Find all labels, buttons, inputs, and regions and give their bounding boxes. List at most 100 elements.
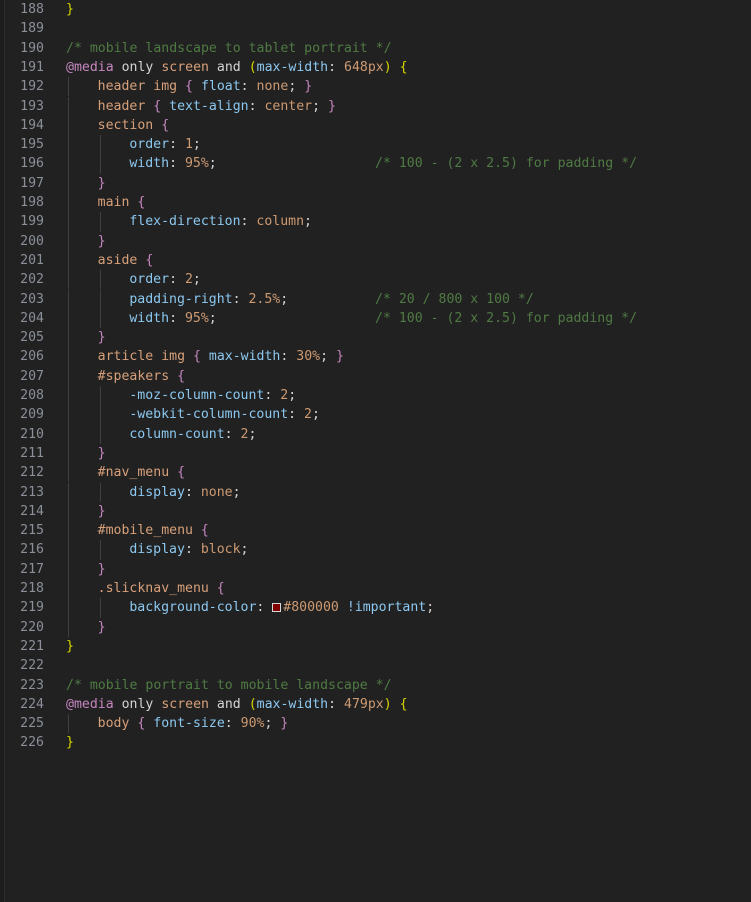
line-number: 209 [20, 407, 44, 423]
token-punct [392, 697, 400, 712]
code-line[interactable]: 215 #mobile_menu { [0, 521, 751, 541]
indent-guide [68, 115, 69, 136]
token-punct [241, 697, 249, 712]
code-line[interactable]: 211} [0, 443, 751, 464]
token-br-p: } [328, 98, 336, 114]
code-line[interactable]: 223 /* mobile portrait to mobile landscap… [0, 676, 751, 695]
indent-guide [68, 443, 69, 464]
code-line[interactable]: 214} [0, 501, 751, 522]
code-line[interactable]: 218 .slicknav_menu { [0, 579, 751, 599]
code-line[interactable]: 222 [0, 656, 751, 675]
token-prop: max-width [208, 349, 281, 365]
code-text: display: block; [129, 540, 248, 559]
code-line[interactable]: 204 width: 95%; /* 100 - (2 x 2.5) for pad… [0, 308, 751, 329]
code-editor[interactable]: 188} 189 190 /* mobile landscape to tablet … [0, 0, 751, 902]
token-punct [193, 79, 201, 94]
token-prop: max-width [256, 696, 329, 712]
token-tag: aside [97, 252, 138, 268]
code-text: order: 1; [129, 135, 201, 154]
token-br-p: } [97, 503, 106, 519]
code-line[interactable]: 220} [0, 617, 751, 637]
code-line[interactable]: 212 #nav_menu { [0, 463, 751, 483]
token-kw: only [121, 59, 154, 75]
code-line[interactable]: 225 body { font-size: 90%; } [0, 714, 751, 734]
code-line[interactable]: 200} [0, 231, 751, 251]
code-line[interactable]: 202 order: 2; [0, 270, 751, 290]
token-val: 2 [184, 272, 193, 288]
line-number: 221 [20, 638, 44, 654]
line-number: 197 [20, 175, 44, 191]
indent-guide [68, 193, 69, 213]
token-prop: column-count [129, 426, 225, 442]
indent-guide [100, 308, 101, 329]
token-br-y: } [66, 2, 74, 17]
token-val: none [256, 79, 289, 95]
code-line[interactable]: 190 /* mobile landscape to tablet portrai… [0, 39, 751, 58]
code-line[interactable]: 195 order: 1; [0, 135, 751, 155]
token-punct [114, 697, 122, 712]
code-text: #speakers { [98, 367, 185, 386]
token-br-p: } [97, 175, 106, 191]
token-cls: .slicknav_menu [97, 581, 209, 596]
code-text: width: 95%; [129, 309, 216, 328]
code-text: /* mobile portrait to mobile landscape *… [66, 676, 392, 695]
token-tag: img [153, 79, 178, 95]
code-line[interactable]: 216 display: block; [0, 540, 751, 560]
token-br-b: ) [383, 59, 392, 75]
indent-guide [68, 250, 69, 271]
code-text: padding-right: 2.5%; [129, 290, 288, 309]
token-br-b: ( [248, 59, 257, 75]
code-line[interactable]: 198 main { [0, 193, 751, 213]
token-br-p: } [304, 79, 313, 95]
code-line[interactable]: 217} [0, 559, 751, 579]
inline-color-swatch-icon[interactable] [272, 603, 282, 613]
line-number: 190 [20, 40, 44, 56]
code-line[interactable]: 194 section { [0, 115, 751, 136]
code-line[interactable]: 203 padding-right: 2.5%; /* 20 / 800 x 100… [0, 289, 751, 309]
indent-guide [68, 540, 69, 560]
trailing-comment: /* 100 - (2 x 2.5) for padding */ [375, 310, 638, 326]
code-line[interactable]: 192 header img { float: none; } [0, 77, 751, 97]
line-number: 192 [20, 79, 44, 95]
code-line[interactable]: 206 article img { max-width: 30%; } [0, 347, 751, 367]
line-number: 224 [20, 696, 44, 712]
token-br-p: { [177, 368, 186, 384]
code-line[interactable]: 196 width: 95%; /* 100 - (2 x 2.5) for pad… [0, 154, 751, 174]
code-content-area[interactable]: 188} 189 190 /* mobile landscape to tablet … [0, 0, 751, 902]
line-number: 208 [20, 388, 44, 403]
line-number: 226 [20, 735, 44, 751]
code-line[interactable]: 199 flex-direction: column; [0, 212, 751, 232]
token-punct [177, 79, 185, 94]
code-line[interactable]: 189 [0, 19, 751, 38]
code-line[interactable]: 224 @media only screen and (max-width: 47… [0, 695, 751, 714]
indent-guide [68, 154, 69, 174]
token-prop: display [129, 542, 185, 558]
code-line[interactable]: 205} [0, 328, 751, 348]
token-br-p: { [192, 349, 201, 365]
line-number: 201 [20, 252, 44, 268]
code-text: background-color: #800000 !important; [129, 598, 434, 617]
line-number: 215 [20, 523, 44, 539]
code-line[interactable]: 197} [0, 173, 751, 193]
code-line[interactable]: 188} [0, 0, 751, 19]
code-line[interactable]: 221} [0, 637, 751, 656]
code-line[interactable]: 226} [0, 733, 751, 752]
code-line[interactable]: 219 background-color: #800000 !important; [0, 598, 751, 618]
indent-guide [68, 328, 69, 348]
token-kw: and [216, 696, 241, 712]
indent-guide [68, 386, 69, 406]
code-line[interactable]: 193 header { text-align: center; } [0, 96, 751, 116]
code-line[interactable]: 201 aside { [0, 250, 751, 271]
code-line[interactable]: 208 -moz-column-count: 2; [0, 386, 751, 406]
token-punct [201, 349, 209, 364]
code-line[interactable]: 213 display: none; [0, 482, 751, 502]
code-line[interactable]: 191 @media only screen and (max-width: 64… [0, 58, 751, 77]
indent-guide [68, 405, 69, 425]
code-text: aside { [98, 251, 154, 270]
code-line[interactable]: 210 column-count: 2; [0, 424, 751, 444]
code-line[interactable]: 207 #speakers { [0, 366, 751, 386]
token-br-p: } [335, 349, 344, 365]
code-text: -moz-column-count: 2; [129, 386, 296, 405]
line-number: 204 [20, 310, 44, 326]
code-line[interactable]: 209 -webkit-column-count: 2; [0, 405, 751, 425]
